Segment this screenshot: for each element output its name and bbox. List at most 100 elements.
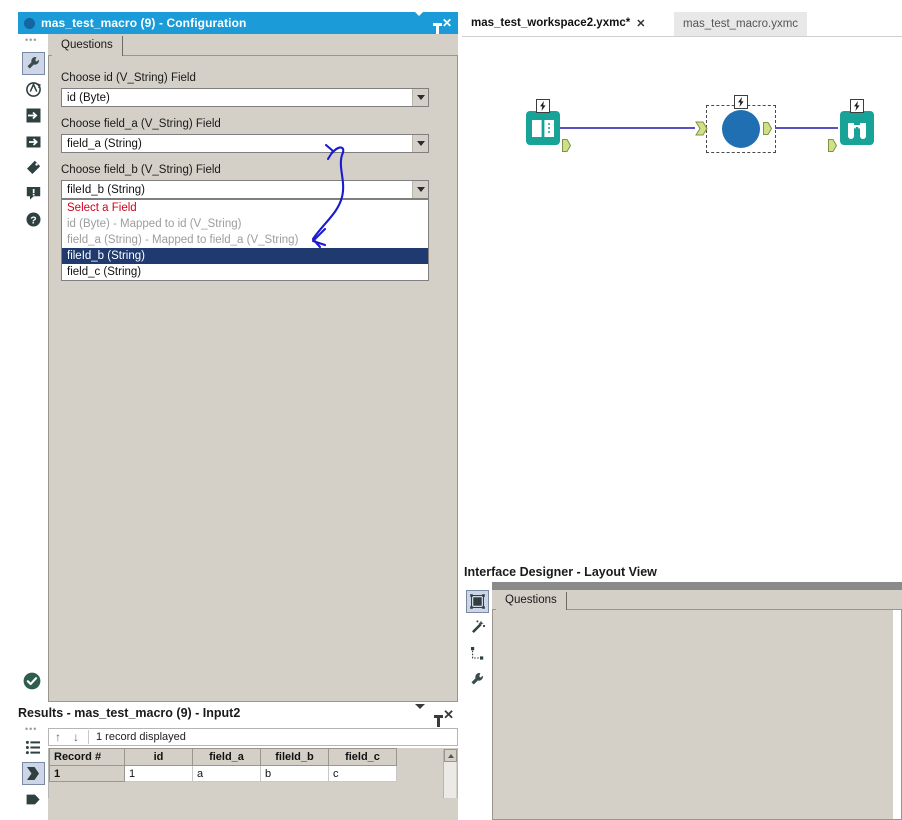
results-table[interactable]: Record # id field_a fileId_b field_c 1 1… [49, 748, 397, 782]
results-panel: Results - mas_test_macro (9) - Input2 ✕ … [18, 703, 458, 820]
results-toolbar: ↑ ↓ 1 record displayed [48, 728, 458, 746]
connection-wire[interactable] [540, 127, 695, 129]
wrench-icon[interactable] [22, 52, 45, 75]
layout-view-icon[interactable] [466, 590, 489, 613]
annotation-icon[interactable] [22, 78, 45, 101]
minimize-button[interactable] [415, 703, 426, 721]
field-label-id: Choose id (V_String) Field [61, 72, 196, 84]
results-icon-rail: ••• [18, 724, 48, 820]
tab-workspace2-label: mas_test_workspace2.yxmc* [471, 17, 631, 29]
tab-questions-designer[interactable]: Questions [496, 592, 567, 610]
cell-field-c: c [328, 765, 397, 782]
column-header-record[interactable]: Record # [49, 748, 125, 766]
list-view-icon[interactable] [22, 736, 45, 759]
status-badge [23, 672, 41, 690]
table-row[interactable]: 1 1 a b c [49, 765, 397, 782]
field-select-field-b[interactable]: fileId_b (String) [61, 180, 429, 199]
field-select-field-a-value: field_a (String) [67, 137, 142, 150]
rail-grip-dots: ••• [25, 35, 38, 45]
dropdown-option[interactable]: id (Byte) - Mapped to id (V_String) [62, 216, 428, 232]
binoculars-icon [848, 123, 866, 139]
configuration-body: ••• ? Questions Choose id (V_String) Fie… [18, 34, 458, 702]
connection-wire[interactable] [775, 127, 838, 129]
column-header-field-a[interactable]: field_a [192, 748, 261, 766]
field-select-field-a[interactable]: field_a (String) [61, 134, 429, 153]
tab-macro-label: mas_test_macro.yxmc [683, 18, 799, 30]
input-icon[interactable] [22, 104, 45, 127]
table-header-row: Record # id field_a fileId_b field_c [49, 748, 397, 766]
wrench-icon[interactable] [466, 668, 489, 691]
macro-output-port[interactable] [763, 122, 772, 135]
close-icon[interactable]: ✕ [443, 708, 454, 721]
scroll-down-button[interactable]: ↓ [67, 729, 85, 745]
field-label-field-a: Choose field_a (V_String) Field [61, 118, 221, 130]
interface-designer-tabstrip: Questions [492, 590, 902, 610]
tree-view-icon[interactable] [466, 642, 489, 665]
tab-questions[interactable]: Questions [52, 36, 123, 56]
interface-designer-surface[interactable] [499, 614, 895, 819]
tab-close-icon[interactable]: ✕ [636, 17, 645, 30]
canvas-tabstrip: mas_test_workspace2.yxmc* ✕ mas_test_mac… [462, 12, 902, 36]
output-port[interactable] [562, 139, 571, 152]
dropdown-option[interactable]: field_c (String) [62, 264, 428, 280]
magic-wand-icon[interactable] [466, 616, 489, 639]
cell-field-b: b [260, 765, 329, 782]
comment-alert-icon[interactable] [22, 182, 45, 205]
dropdown-option[interactable]: field_a (String) - Mapped to field_a (V_… [62, 232, 428, 248]
rail-grip-dots: ••• [25, 724, 38, 734]
tag-icon[interactable] [22, 156, 45, 179]
help-icon[interactable]: ? [22, 208, 45, 231]
field-b-dropdown-list[interactable]: Select a Field id (Byte) - Mapped to id … [61, 199, 429, 281]
configuration-form: Choose id (V_String) Field id (Byte) Cho… [48, 56, 458, 702]
output-icon[interactable] [22, 130, 45, 153]
close-icon[interactable]: ✕ [442, 17, 452, 29]
column-header-field-b[interactable]: fileId_b [260, 748, 329, 766]
scroll-up-button[interactable]: ↑ [49, 729, 67, 745]
chevron-down-icon[interactable] [412, 135, 428, 152]
browse-tile[interactable] [840, 111, 874, 145]
input-data-tile[interactable] [526, 111, 560, 145]
chevron-down-icon[interactable] [412, 89, 428, 106]
cell-record-number: 1 [49, 765, 125, 782]
field-select-id-value: id (Byte) [67, 91, 110, 104]
interface-designer-header-strip [492, 582, 902, 590]
lightning-badge-icon [536, 99, 550, 113]
cell-field-a: a [192, 765, 261, 782]
configuration-titlebar: mas_test_macro (9) - Configuration ✕ [18, 11, 458, 34]
lightning-badge-icon [734, 95, 748, 109]
macro-input-port[interactable] [695, 121, 708, 136]
minimize-button[interactable] [413, 11, 424, 30]
column-header-field-c[interactable]: field_c [328, 748, 397, 766]
configuration-tabstrip: Questions [48, 34, 458, 56]
interface-designer-icon-rail [462, 582, 492, 820]
results-bottom-strip [48, 798, 458, 820]
output-anchor-icon[interactable] [22, 788, 45, 811]
dropdown-option[interactable]: Select a Field [62, 200, 428, 216]
macro-circle-icon[interactable] [722, 110, 760, 148]
field-select-id[interactable]: id (Byte) [61, 88, 429, 107]
lightning-badge-icon [850, 99, 864, 113]
interface-designer-canvas[interactable] [492, 610, 902, 820]
column-header-id[interactable]: id [124, 748, 193, 766]
tab-workspace2[interactable]: mas_test_workspace2.yxmc* ✕ [462, 12, 655, 36]
cell-id: 1 [124, 765, 193, 782]
record-count-label: 1 record displayed [88, 730, 186, 744]
scrollbar-up-button[interactable] [444, 749, 457, 762]
configuration-title: mas_test_macro (9) - Configuration [41, 16, 247, 30]
interface-designer-panel: Questions [462, 582, 902, 820]
configuration-panel: mas_test_macro (9) - Configuration ✕ ••• [18, 11, 458, 702]
chevron-down-icon[interactable] [412, 181, 428, 198]
dropdown-option-selected[interactable]: fileId_b (String) [62, 248, 428, 264]
results-title: Results - mas_test_macro (9) - Input2 [18, 706, 241, 720]
interface-designer-title: Interface Designer - Layout View [464, 565, 657, 579]
svg-text:?: ? [30, 215, 36, 227]
window-dot-icon [24, 17, 35, 29]
book-icon [532, 119, 554, 138]
browse-input-port[interactable] [828, 139, 837, 152]
tab-macro[interactable]: mas_test_macro.yxmc [674, 12, 808, 36]
workflow-canvas[interactable] [462, 37, 902, 557]
input-anchor-icon[interactable] [22, 762, 45, 785]
app-window: mas_test_macro (9) - Configuration ✕ ••• [0, 0, 902, 820]
field-select-field-b-value: fileId_b (String) [67, 183, 145, 196]
results-window-controls: ✕ [415, 703, 454, 721]
